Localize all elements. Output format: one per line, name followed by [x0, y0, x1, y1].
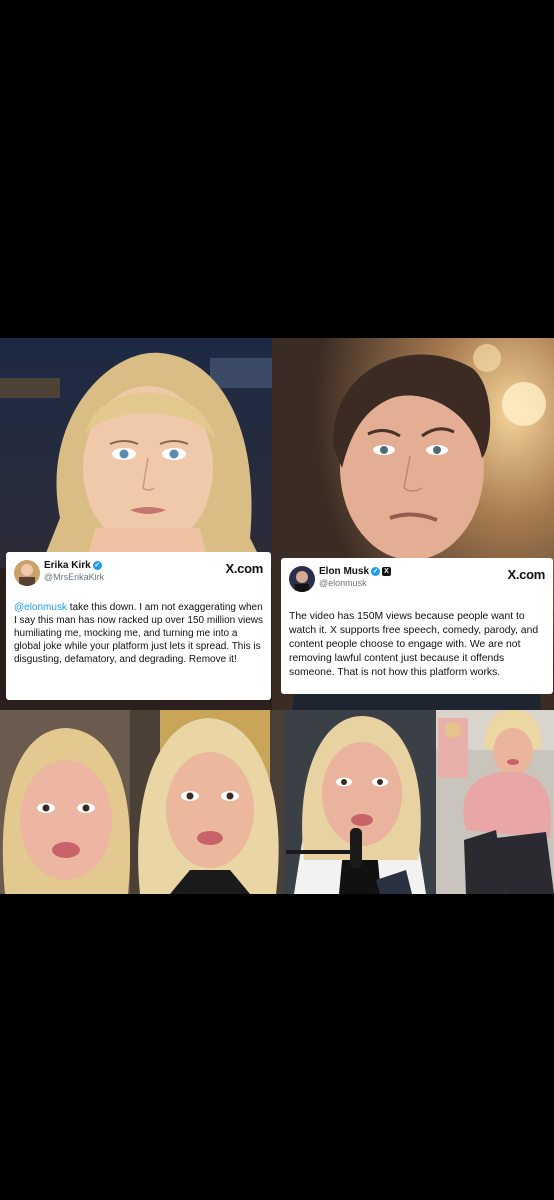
- verified-check-icon: ✓: [371, 566, 381, 576]
- post-card-right: Elon Musk ✓ X @elonmusk X.com The video ha…: [281, 558, 553, 694]
- post-text: The video has 150M views because people …: [289, 611, 539, 678]
- author-handle: @MrsErikaKirk: [44, 572, 105, 582]
- meme-collage: Erika Kirk ✓ @MrsErikaKirk X.com @elonmus…: [0, 338, 554, 894]
- avatar: [14, 560, 40, 586]
- photo-bottom-3: [284, 710, 436, 894]
- post-text: @elonmusk take this down. I am not exagg…: [14, 602, 264, 665]
- post-card-left: Erika Kirk ✓ @MrsErikaKirk X.com @elonmus…: [6, 552, 271, 700]
- avatar: [289, 566, 315, 592]
- x-logo-badge-icon: X: [382, 566, 392, 576]
- author-name: Erika Kirk ✓: [44, 560, 102, 571]
- site-brand: X.com: [225, 561, 263, 576]
- photo-bottom-1: [0, 710, 130, 894]
- author-name: Elon Musk ✓ X: [319, 566, 392, 577]
- verified-check-icon: ✓: [92, 560, 102, 570]
- photo-bottom-2: [130, 710, 284, 894]
- author-handle: @elonmusk: [319, 578, 367, 588]
- photo-bottom-4: [436, 710, 554, 894]
- site-brand: X.com: [507, 567, 545, 582]
- mention-link[interactable]: @elonmusk: [14, 602, 67, 613]
